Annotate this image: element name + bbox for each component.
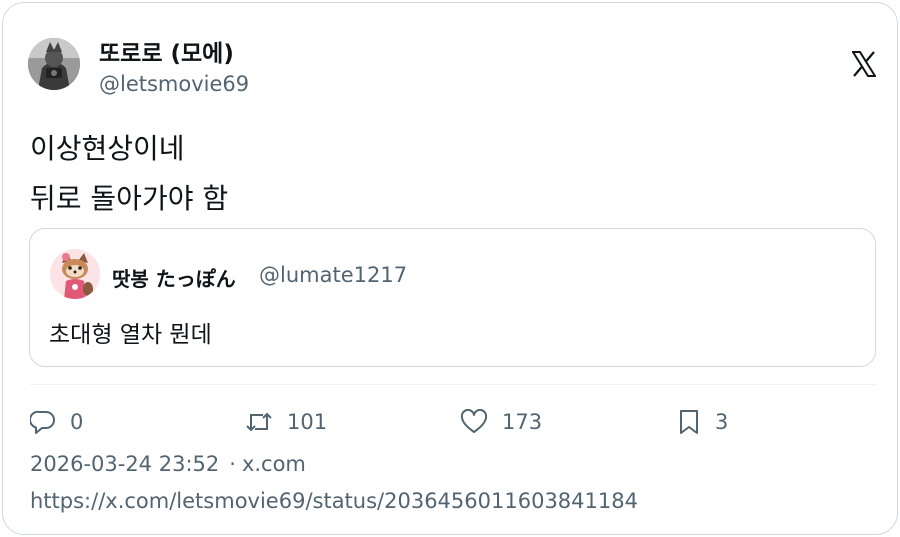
quoted-tweet-text: 초대형 열차 뭔데 <box>49 322 212 348</box>
tweet-text-line: 뒤로 돌아가야 함 <box>30 182 229 215</box>
quoted-author-handle[interactable]: @lumate1217 <box>259 263 407 287</box>
tweet-url[interactable]: https://x.com/letsmovie69/status/2036456… <box>30 489 638 513</box>
bookmark-count: 3 <box>715 410 729 434</box>
retweet-icon <box>246 412 272 432</box>
x-logo-icon[interactable] <box>851 51 877 77</box>
tweet-text-line: 이상현상이네 <box>30 132 185 165</box>
bookmark-icon <box>680 410 698 434</box>
retweet-count: 101 <box>287 410 328 434</box>
like-button[interactable]: 173 <box>460 405 542 439</box>
timestamp[interactable]: 2026-03-24 23:52 <box>30 452 219 476</box>
quoted-author-avatar[interactable] <box>50 249 100 299</box>
quoted-tweet[interactable]: 땃봉 たっぽん @lumate1217 초대형 열차 뭔데 <box>29 228 876 367</box>
divider <box>30 384 876 385</box>
reply-button[interactable]: 0 <box>30 405 83 439</box>
reply-count: 0 <box>70 410 84 434</box>
retweet-button[interactable]: 101 <box>245 405 327 439</box>
raccoon-avatar-icon <box>50 249 100 299</box>
like-count: 173 <box>502 410 543 434</box>
source-link[interactable]: x.com <box>242 452 306 476</box>
heart-icon <box>460 409 488 433</box>
meta-separator: · <box>229 452 236 476</box>
tweet-card: 또로로 (모에) @letsmovie69 이상현상이네 뒤로 돌아가야 함 땃… <box>2 2 898 535</box>
tweet-meta: 2026-03-24 23:52 · x.com <box>30 452 306 476</box>
user-avatar-photo-icon <box>28 38 80 90</box>
bookmark-button[interactable]: 3 <box>677 405 728 439</box>
author-avatar[interactable] <box>28 38 80 90</box>
reply-icon <box>30 410 55 434</box>
tweet-text: 이상현상이네 뒤로 돌아가야 함 <box>30 124 228 224</box>
author-handle[interactable]: @letsmovie69 <box>99 72 249 96</box>
quoted-author-display-name[interactable]: 땃봉 たっぽん <box>112 263 236 292</box>
author-display-name[interactable]: 또로로 (모에) <box>99 34 234 68</box>
